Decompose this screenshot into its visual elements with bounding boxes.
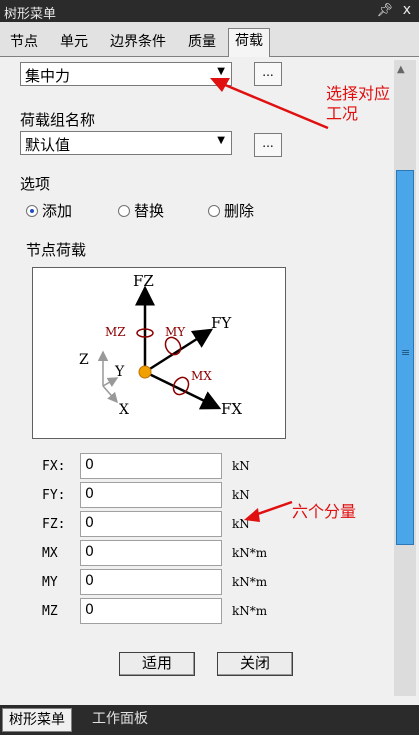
tab-work-panel[interactable]: 工作面板: [86, 708, 154, 730]
annotation-text-2: 六个分量: [292, 502, 357, 521]
annotation-arrowhead-2: [244, 508, 260, 522]
annotation-text-1b: 工况: [326, 104, 359, 123]
tab-tree-menu[interactable]: 树形菜单: [2, 708, 72, 732]
bottom-tab-bar: 树形菜单 工作面板: [0, 705, 419, 735]
annotation-arrow-1: [217, 80, 329, 130]
